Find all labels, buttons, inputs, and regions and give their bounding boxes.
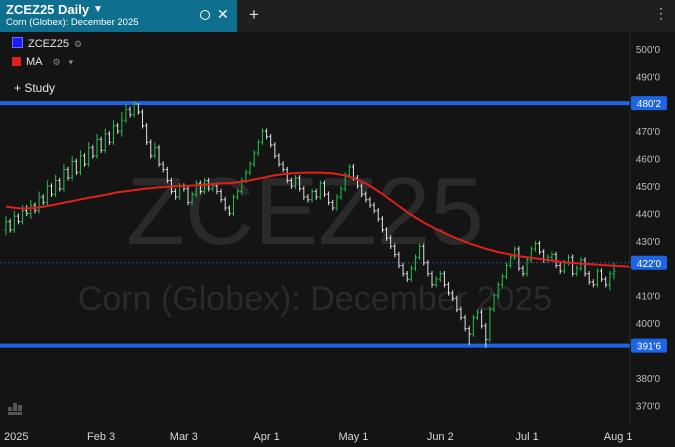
- level-price-label: 480'2: [637, 99, 662, 110]
- y-tick-label: 410'0: [636, 292, 661, 303]
- legend-row-zcez25[interactable]: ZCEZ25 ⚙: [12, 37, 82, 50]
- more-options-icon[interactable]: ⋮: [654, 6, 668, 20]
- tab-bar: ZCEZ25 Daily ▼ Corn (Globex): December 2…: [0, 0, 675, 32]
- x-tick-label: Jun 2: [427, 431, 454, 443]
- chart-title: ZCEZ25 Daily: [6, 2, 90, 17]
- y-tick-label: 450'0: [636, 182, 661, 193]
- x-tick-label: May 1: [338, 431, 368, 443]
- y-tick-label: 370'0: [636, 401, 661, 412]
- gear-icon[interactable]: ⚙: [53, 57, 61, 67]
- gear-icon[interactable]: ⚙: [74, 39, 82, 49]
- legend-label: ZCEZ25: [28, 38, 69, 50]
- level-price-label: 391'6: [637, 342, 662, 353]
- x-tick-label: Mar 3: [170, 431, 198, 443]
- x-tick-label: Feb 3: [87, 431, 115, 443]
- y-tick-label: 490'0: [636, 72, 661, 83]
- add-study-button[interactable]: + Study: [14, 81, 55, 95]
- circle-icon[interactable]: [200, 10, 210, 20]
- x-tick-label: 2025: [4, 431, 28, 443]
- y-tick-label: 470'0: [636, 127, 661, 138]
- y-tick-label: 400'0: [636, 319, 661, 330]
- legend-label: MA: [26, 56, 43, 68]
- chart-subtitle: Corn (Globex): December 2025: [6, 17, 139, 28]
- watermark-symbol: ZCEZ25: [126, 158, 483, 265]
- y-tick-label: 500'0: [636, 45, 661, 56]
- y-tick-label: 440'0: [636, 209, 661, 220]
- chevron-down-icon[interactable]: ▼: [93, 4, 103, 15]
- y-tick-label: 460'0: [636, 155, 661, 166]
- legend-row-ma[interactable]: MA ⚙ ▾: [12, 56, 73, 68]
- y-tick-label: 380'0: [636, 374, 661, 385]
- last-price-label: 422'0: [637, 259, 662, 270]
- price-chart[interactable]: ZCEZ25 Corn (Globex): December 2025 500'…: [0, 32, 675, 447]
- x-tick-label: Jul 1: [516, 431, 539, 443]
- series-color-swatch: [12, 37, 23, 48]
- add-tab-button[interactable]: +: [249, 5, 259, 25]
- close-icon[interactable]: ✕: [217, 6, 229, 23]
- chart-tab[interactable]: ZCEZ25 Daily ▼ Corn (Globex): December 2…: [0, 0, 237, 32]
- y-tick-label: 430'0: [636, 237, 661, 248]
- x-tick-label: Apr 1: [253, 431, 279, 443]
- series-color-swatch: [12, 57, 21, 66]
- x-tick-label: Aug 1: [604, 431, 633, 443]
- chevron-down-icon[interactable]: ▾: [69, 57, 74, 67]
